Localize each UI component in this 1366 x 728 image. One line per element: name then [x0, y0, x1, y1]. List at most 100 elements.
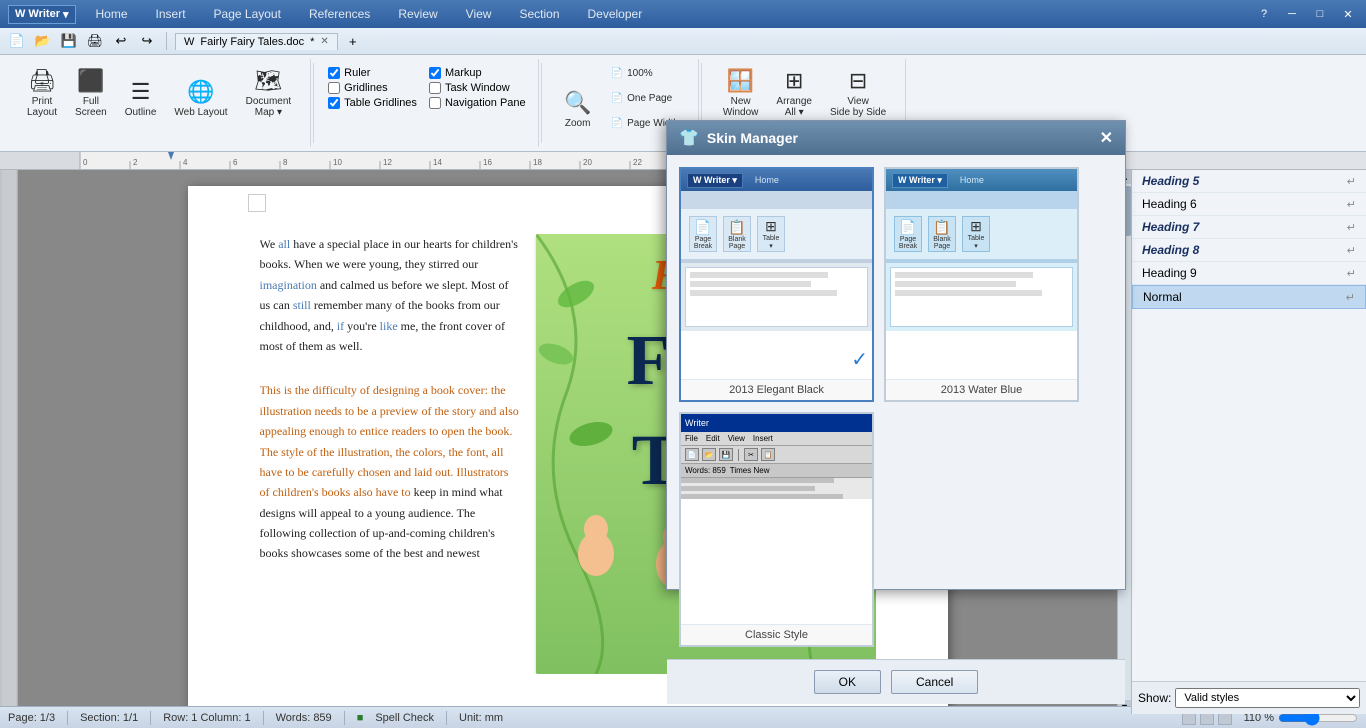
document-tab[interactable]: W Fairly Fairy Tales.doc * ✕	[175, 33, 338, 50]
svg-text:20: 20	[583, 158, 592, 167]
skin-name-water-blue: 2013 Water Blue	[886, 379, 1077, 400]
tab-developer[interactable]: Developer	[574, 3, 657, 25]
skin-manager-icon: 👕	[679, 128, 699, 148]
task-window-checkbox[interactable]: Task Window	[429, 82, 526, 94]
web-layout-button[interactable]: 🌐 Web Layout	[167, 74, 234, 123]
style-item-heading9[interactable]: Heading 9 ↵	[1132, 262, 1366, 285]
svg-text:22: 22	[633, 158, 642, 167]
skin-card-elegant-black[interactable]: W Writer ▾ Home 📄 Page Break 📋 Blank	[679, 167, 874, 402]
ok-button[interactable]: OK	[814, 670, 881, 694]
wb-titlebar: W Writer ▾ Home	[886, 169, 1077, 191]
tab-references[interactable]: References	[295, 3, 384, 25]
style-item-heading8[interactable]: Heading 8 ↵	[1132, 239, 1366, 262]
status-spell: Spell Check	[375, 712, 434, 724]
style-return-7: ↵	[1347, 221, 1356, 234]
new-button[interactable]: 📄	[6, 30, 28, 52]
outline-button[interactable]: ☰ Outline	[118, 74, 164, 123]
title-bar: W Writer ▾ Home Insert Page Layout Refer…	[0, 0, 1366, 28]
document-map-button[interactable]: 🗺 Document Map ▾	[239, 63, 299, 123]
page-width-button[interactable]: 📄 One Page	[604, 88, 686, 109]
status-section: Section: 1/1	[80, 712, 138, 724]
eb-blank-page-icon: 📋 Blank Page	[723, 216, 751, 252]
style-label-heading9: Heading 9	[1142, 266, 1197, 280]
help-icon[interactable]: ?	[1254, 5, 1274, 23]
svg-text:18: 18	[533, 158, 542, 167]
cs-style-row: Words: 859 Times New	[681, 464, 872, 478]
full-screen-button[interactable]: ⬛ Full Screen	[68, 63, 114, 123]
save-button[interactable]: 💾	[58, 30, 80, 52]
svg-text:6: 6	[233, 158, 238, 167]
skin-card-water-blue[interactable]: W Writer ▾ Home 📄 Page Break 📋 Blank Pag…	[884, 167, 1079, 402]
cs-menu-insert: Insert	[753, 434, 773, 443]
tab-page-layout[interactable]: Page Layout	[200, 3, 295, 25]
style-return-9: ↵	[1347, 267, 1356, 280]
colored-text-5: like	[380, 319, 398, 333]
full-screen-icon: ⬛	[77, 68, 104, 94]
print-layout-button[interactable]: 🖨 Print Layout	[20, 63, 64, 123]
navigation-pane-checkbox[interactable]: Navigation Pane	[429, 97, 526, 109]
skin-preview-water-blue: W Writer ▾ Home 📄 Page Break 📋 Blank Pag…	[886, 169, 1077, 379]
style-return-normal: ↵	[1346, 291, 1355, 304]
status-unit: Unit: mm	[459, 712, 503, 724]
wb-ribbon-tabs	[886, 191, 1077, 209]
print-button[interactable]: 🖨	[84, 30, 106, 52]
two-pages-icon: 📄	[611, 118, 623, 129]
one-page-button[interactable]: 📄 100%	[604, 63, 686, 84]
cancel-button[interactable]: Cancel	[891, 670, 978, 694]
skin-card-classic[interactable]: Writer File Edit View Insert 📄 📂 💾 ✂ 📋	[679, 412, 874, 647]
open-button[interactable]: 📂	[32, 30, 54, 52]
doc-close-icon[interactable]: ✕	[320, 36, 328, 47]
tab-home[interactable]: Home	[82, 3, 142, 25]
colored-text-3: still	[293, 298, 311, 312]
ribbon-separator	[313, 63, 314, 143]
tab-review[interactable]: Review	[384, 3, 451, 25]
skin-manager-close-icon[interactable]: ✕	[1100, 128, 1113, 148]
colored-text-2: imagination	[260, 278, 317, 292]
status-words: Words: 859	[276, 712, 332, 724]
style-item-heading6[interactable]: Heading 6 ↵	[1132, 193, 1366, 216]
print-layout-icon: 🖨	[28, 68, 56, 94]
redo-button[interactable]: ↪	[136, 30, 158, 52]
minimize-button[interactable]: ─	[1282, 5, 1302, 23]
eb-ribbon: 📄 Page Break 📋 Blank Page ⊞ Table ▾	[681, 209, 872, 259]
new-window-label2: Window	[723, 107, 759, 118]
ruler-checkbox[interactable]: Ruler	[328, 67, 417, 79]
status-row-col: Row: 1 Column: 1	[163, 712, 250, 724]
app-logo[interactable]: W Writer ▾	[8, 5, 76, 24]
view-side-by-side-button[interactable]: ⊟ View Side by Side	[823, 63, 893, 123]
new-window-button[interactable]: 🪟 New Window	[716, 63, 766, 123]
style-return-8: ↵	[1347, 244, 1356, 257]
page-width-label: One Page	[627, 93, 672, 104]
view-side-label2: Side by Side	[830, 107, 886, 118]
zoom-button[interactable]: 🔍 Zoom	[556, 85, 600, 134]
undo-button[interactable]: ↩	[110, 30, 132, 52]
close-button[interactable]: ✕	[1338, 5, 1358, 23]
svg-text:2: 2	[133, 158, 138, 167]
svg-text:12: 12	[383, 158, 392, 167]
colored-text: all	[278, 237, 290, 251]
quick-access-bar: 📄 📂 💾 🖨 ↩ ↪ W Fairly Fairy Tales.doc * ✕…	[0, 28, 1366, 55]
cs-sep	[738, 449, 739, 461]
eb-logo: W Writer ▾	[687, 173, 743, 188]
status-page-info: Page: 1/3	[8, 712, 55, 724]
styles-filter-select[interactable]: Valid styles	[1175, 688, 1360, 708]
style-item-heading7[interactable]: Heading 7 ↵	[1132, 216, 1366, 239]
tab-section[interactable]: Section	[505, 3, 573, 25]
cs-tbtn-5: 📋	[761, 448, 775, 461]
svg-text:14: 14	[433, 158, 442, 167]
table-gridlines-checkbox[interactable]: Table Gridlines	[328, 97, 417, 109]
orange-text: This is the difficulty of designing a bo…	[260, 383, 519, 499]
arrange-all-button[interactable]: ⊞ Arrange All ▾	[769, 63, 819, 123]
style-item-heading5[interactable]: Heading 5 ↵	[1132, 170, 1366, 193]
markup-checkbox[interactable]: Markup	[429, 67, 526, 79]
style-item-normal[interactable]: Normal ↵	[1132, 285, 1366, 309]
maximize-button[interactable]: □	[1310, 5, 1330, 23]
cs-menu-file: File	[685, 434, 698, 443]
gridlines-checkbox[interactable]: Gridlines	[328, 82, 417, 94]
new-tab-button[interactable]: +	[342, 30, 364, 52]
tab-view[interactable]: View	[452, 3, 506, 25]
style-label-heading5: Heading 5	[1142, 174, 1199, 188]
tab-insert[interactable]: Insert	[142, 3, 200, 25]
svg-text:4: 4	[183, 158, 188, 167]
eb-content	[681, 263, 872, 331]
